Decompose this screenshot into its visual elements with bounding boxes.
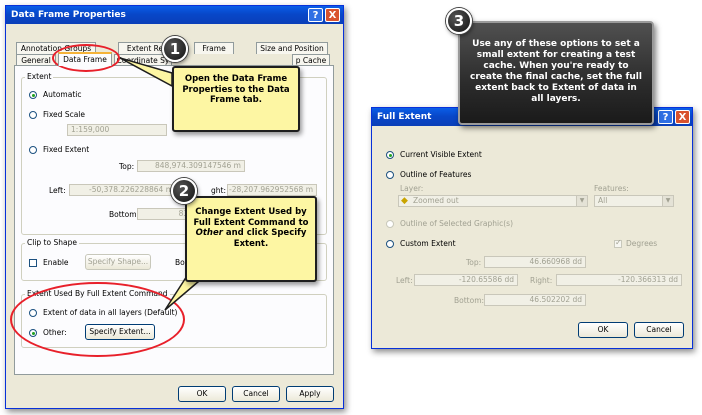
step3-callout-text: Use any of these options to set a small … — [470, 39, 642, 104]
tab-data-frame[interactable]: Data Frame — [58, 52, 112, 66]
step1-callout-text: Open the Data Frame Properties to the Da… — [182, 74, 290, 105]
step3-callout: Use any of these options to set a small … — [458, 21, 654, 125]
step2-callout-emphasis: Other — [195, 228, 223, 238]
step2-callout-text-b: and click Specify Extent. — [222, 228, 307, 249]
step1-badge: 1 — [162, 36, 188, 62]
callout1-pointer — [119, 57, 173, 88]
step2-callout-text-a: Change Extent Used by Full Extent Comman… — [193, 207, 309, 228]
step1-callout: Open the Data Frame Properties to the Da… — [172, 66, 300, 132]
step2-badge: 2 — [171, 178, 197, 204]
step3-badge: 3 — [446, 8, 472, 34]
step2-callout: Change Extent Used by Full Extent Comman… — [185, 196, 317, 282]
